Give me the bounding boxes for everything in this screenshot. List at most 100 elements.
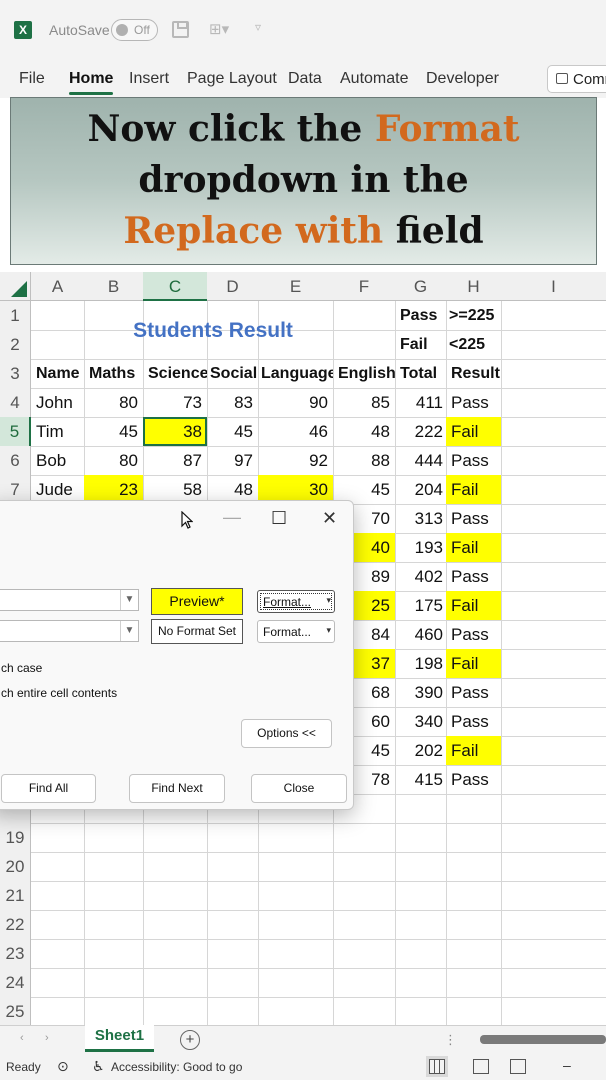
row-header-20[interactable]: 20 [0, 852, 31, 881]
tab-automate[interactable]: Automate [340, 70, 408, 88]
match-case-checkbox[interactable]: ch case [1, 661, 42, 675]
customize-icon[interactable]: ▿ [255, 20, 261, 34]
cell-english[interactable]: 68 [352, 678, 395, 707]
column-header-g[interactable]: G [395, 272, 446, 301]
header-english[interactable]: English [333, 359, 395, 388]
row-header-25[interactable]: 25 [0, 997, 31, 1025]
cell-total[interactable]: 415 [395, 765, 446, 794]
save-icon[interactable] [172, 21, 189, 38]
cell-english[interactable]: 25 [352, 591, 395, 620]
next-sheet-icon[interactable]: › [45, 1032, 49, 1044]
accessibility-icon[interactable]: ♿ [92, 1058, 105, 1075]
column-header-c[interactable]: C [143, 272, 207, 301]
cell-social[interactable]: 83 [207, 388, 258, 417]
cell-result[interactable]: Fail [446, 736, 501, 765]
cell-english[interactable]: 40 [352, 533, 395, 562]
cell-english[interactable]: 48 [333, 417, 395, 446]
row-header-6[interactable]: 6 [0, 446, 31, 475]
column-header-e[interactable]: E [258, 272, 333, 301]
find-next-button[interactable]: Find Next [129, 774, 225, 803]
header-social[interactable]: Social [207, 359, 258, 388]
quick-access-icon[interactable]: ⊞▾ [209, 20, 229, 39]
cell-result[interactable]: Pass [446, 504, 501, 533]
sheet-tab-sheet1[interactable]: Sheet1 [85, 1025, 154, 1052]
cell-result[interactable]: Pass [446, 562, 501, 591]
cell-result[interactable]: Fail [446, 475, 501, 504]
cell-total[interactable]: 175 [395, 591, 446, 620]
cell-english[interactable]: 88 [333, 446, 395, 475]
row-header-3[interactable]: 3 [0, 359, 31, 388]
cell-total[interactable]: 402 [395, 562, 446, 591]
cell-english[interactable]: 84 [352, 620, 395, 649]
row-header-2[interactable]: 2 [0, 330, 31, 359]
chevron-down-icon[interactable]: ▾ [326, 595, 331, 606]
column-header-b[interactable]: B [84, 272, 143, 301]
cell-name[interactable]: Tim [31, 417, 84, 446]
page-break-view-icon[interactable] [510, 1059, 526, 1074]
cell-language[interactable]: 90 [258, 388, 333, 417]
cell-science-active[interactable]: 38 [143, 417, 207, 446]
cell-total[interactable]: 198 [395, 649, 446, 678]
find-format-button[interactable]: Format... ▾ [257, 590, 335, 613]
find-all-button[interactable]: Find All [1, 774, 96, 803]
cell-total[interactable]: 202 [395, 736, 446, 765]
cell-total[interactable]: 411 [395, 388, 446, 417]
prev-sheet-icon[interactable]: ‹ [20, 1032, 24, 1044]
cell-social[interactable]: 97 [207, 446, 258, 475]
cell-result[interactable]: Fail [446, 591, 501, 620]
row-header-21[interactable]: 21 [0, 881, 31, 910]
legend-pass-label[interactable]: Pass [395, 301, 446, 330]
header-language[interactable]: Language [258, 359, 333, 388]
tab-split-handle-icon[interactable]: ⋮ [444, 1032, 457, 1048]
cell-total[interactable]: 444 [395, 446, 446, 475]
legend-fail-value[interactable]: <225 [446, 330, 501, 359]
minimize-icon[interactable]: — [223, 507, 241, 528]
cell-science[interactable]: 73 [143, 388, 207, 417]
comments-button[interactable]: Comments [547, 65, 606, 93]
cell-maths[interactable]: 80 [84, 388, 143, 417]
legend-pass-value[interactable]: >=225 [446, 301, 501, 330]
match-entire-cell-checkbox[interactable]: ch entire cell contents [1, 686, 117, 700]
cell-language[interactable]: 46 [258, 417, 333, 446]
cell-result[interactable]: Fail [446, 533, 501, 562]
header-science[interactable]: Science [143, 359, 207, 388]
cell-result[interactable]: Pass [446, 678, 501, 707]
normal-view-icon[interactable] [426, 1056, 448, 1077]
tab-page-layout[interactable]: Page Layout [187, 70, 277, 88]
cell-english[interactable]: 45 [352, 736, 395, 765]
find-what-dropdown[interactable]: ▼ [0, 589, 139, 611]
page-layout-view-icon[interactable] [473, 1059, 489, 1074]
legend-fail-label[interactable]: Fail [395, 330, 446, 359]
cell-english[interactable]: 60 [352, 707, 395, 736]
cell-total[interactable]: 193 [395, 533, 446, 562]
cell-total[interactable]: 390 [395, 678, 446, 707]
column-header-i[interactable]: I [501, 272, 606, 301]
cell-result[interactable]: Fail [446, 417, 501, 446]
cell-maths[interactable]: 45 [84, 417, 143, 446]
row-header-4[interactable]: 4 [0, 388, 31, 417]
maximize-icon[interactable]: ☐ [271, 508, 287, 529]
cell-social[interactable]: 45 [207, 417, 258, 446]
sheet-title[interactable]: Students Result [32, 311, 394, 351]
row-header-23[interactable]: 23 [0, 939, 31, 968]
replace-with-dropdown[interactable]: ▼ [0, 620, 139, 642]
add-sheet-icon[interactable]: + [180, 1030, 200, 1050]
zoom-out-button[interactable]: – [563, 1057, 571, 1073]
replace-format-button[interactable]: Format... ▾ [257, 620, 335, 643]
column-header-d[interactable]: D [207, 272, 258, 301]
tab-file[interactable]: File [19, 70, 45, 88]
cell-english[interactable]: 89 [352, 562, 395, 591]
column-header-a[interactable]: A [31, 272, 84, 301]
chevron-down-icon[interactable]: ▾ [326, 625, 331, 636]
row-header-5[interactable]: 5 [0, 417, 31, 446]
row-header-24[interactable]: 24 [0, 968, 31, 997]
row-header-22[interactable]: 22 [0, 910, 31, 939]
cell-result[interactable]: Pass [446, 765, 501, 794]
tab-developer[interactable]: Developer [426, 70, 499, 88]
close-icon[interactable]: ✕ [322, 508, 337, 529]
cell-total[interactable]: 313 [395, 504, 446, 533]
autosave-toggle[interactable]: Off [111, 19, 158, 41]
cell-result[interactable]: Fail [446, 649, 501, 678]
select-all-corner[interactable] [0, 272, 31, 301]
macro-record-icon[interactable]: ⊙ [57, 1058, 69, 1075]
